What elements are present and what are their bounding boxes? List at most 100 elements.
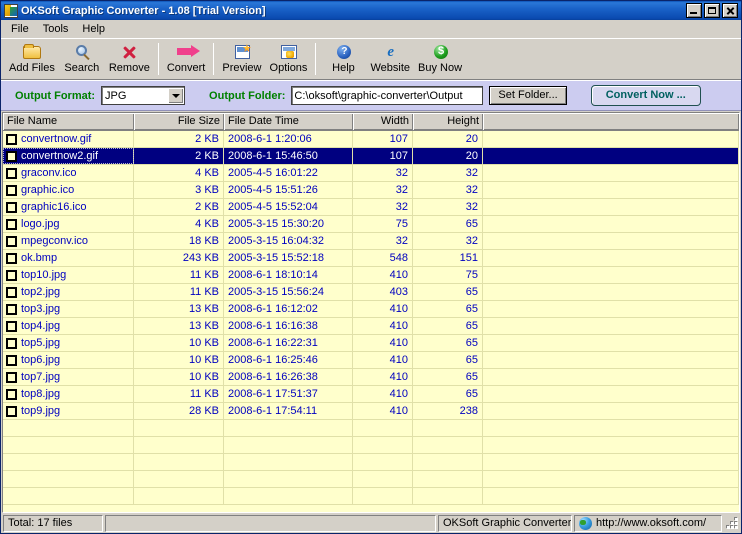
empty-cell xyxy=(224,488,353,504)
resize-grip[interactable] xyxy=(725,516,739,530)
row-checkbox[interactable] xyxy=(6,235,17,247)
table-row[interactable]: top7.jpg 10 KB 2008-6-1 16:26:38 410 65 xyxy=(3,369,739,386)
table-row[interactable]: ok.bmp 243 KB 2005-3-15 15:52:18 548 151 xyxy=(3,250,739,267)
status-bar: Total: 17 files OKSoft Graphic Converter… xyxy=(1,513,741,533)
status-website-link[interactable]: http://www.oksoft.com/ xyxy=(574,514,722,532)
row-checkbox[interactable] xyxy=(6,184,17,196)
cell-file-size: 13 KB xyxy=(134,318,224,334)
cell-extra xyxy=(483,199,739,215)
table-row[interactable]: top10.jpg 11 KB 2008-6-1 18:10:14 410 75 xyxy=(3,267,739,284)
maximize-button[interactable] xyxy=(704,3,720,18)
empty-row xyxy=(3,420,739,437)
red-x-icon xyxy=(118,43,140,61)
table-row[interactable]: logo.jpg 4 KB 2005-3-15 15:30:20 75 65 xyxy=(3,216,739,233)
output-folder-input[interactable]: C:\oksoft\graphic-converter\Output xyxy=(291,86,484,105)
convert-now-button[interactable]: Convert Now ... xyxy=(590,85,701,106)
menu-help[interactable]: Help xyxy=(75,21,112,37)
table-row[interactable]: top9.jpg 28 KB 2008-6-1 17:54:11 410 238 xyxy=(3,403,739,420)
row-checkbox[interactable] xyxy=(6,303,17,315)
file-name-text: top5.jpg xyxy=(21,337,61,349)
empty-cell xyxy=(413,437,483,453)
table-row[interactable]: top3.jpg 13 KB 2008-6-1 16:12:02 410 65 xyxy=(3,301,739,318)
table-row[interactable]: mpegconv.ico 18 KB 2005-3-15 16:04:32 32 32 xyxy=(3,233,739,250)
column-header-file-name[interactable]: File Name xyxy=(3,113,134,130)
file-name-text: logo.jpg xyxy=(21,218,60,230)
status-website-url: http://www.oksoft.com/ xyxy=(596,516,707,529)
row-checkbox[interactable] xyxy=(6,218,17,230)
toolbar-help-label: Help xyxy=(332,62,355,74)
file-name-text: top4.jpg xyxy=(21,320,61,332)
table-row[interactable]: top4.jpg 13 KB 2008-6-1 16:16:38 410 65 xyxy=(3,318,739,335)
column-header-file-size[interactable]: File Size xyxy=(134,113,224,130)
toolbar-convert[interactable]: Convert xyxy=(163,41,210,79)
cell-file-name: top10.jpg xyxy=(3,267,134,283)
table-row[interactable]: convertnow2.gif 2 KB 2008-6-1 15:46:50 107 2… xyxy=(3,148,739,165)
toolbar-help[interactable]: Help xyxy=(320,41,366,79)
cell-file-size: 3 KB xyxy=(134,182,224,198)
cell-width: 410 xyxy=(353,318,413,334)
row-checkbox[interactable] xyxy=(6,354,17,366)
cell-extra xyxy=(483,165,739,181)
set-folder-button[interactable]: Set Folder... xyxy=(489,86,567,105)
file-name-text: top9.jpg xyxy=(21,405,61,417)
toolbar-preview[interactable]: Preview xyxy=(218,41,265,79)
row-checkbox[interactable] xyxy=(6,201,17,213)
cell-height: 65 xyxy=(413,318,483,334)
column-header-file-date-time[interactable]: File Date Time xyxy=(224,113,353,130)
status-total-files: Total: 17 files xyxy=(3,514,103,532)
menu-tools[interactable]: Tools xyxy=(36,21,76,37)
toolbar-add-files[interactable]: Add Files xyxy=(5,41,59,79)
app-icon xyxy=(4,3,18,18)
row-checkbox[interactable] xyxy=(6,286,17,298)
empty-cell xyxy=(483,471,739,487)
toolbar-buy-now-label: Buy Now xyxy=(418,62,463,74)
row-checkbox[interactable] xyxy=(6,337,17,349)
row-checkbox[interactable] xyxy=(6,252,17,264)
cell-file-size: 10 KB xyxy=(134,352,224,368)
menu-file[interactable]: File xyxy=(4,21,36,37)
row-checkbox[interactable] xyxy=(6,150,17,162)
cell-width: 410 xyxy=(353,301,413,317)
cell-width: 403 xyxy=(353,284,413,300)
toolbar: Add Files Search Remove Convert Preview … xyxy=(1,38,741,80)
table-row[interactable]: graphic16.ico 2 KB 2005-4-5 15:52:04 32 32 xyxy=(3,199,739,216)
row-checkbox[interactable] xyxy=(6,371,17,383)
toolbar-remove[interactable]: Remove xyxy=(105,41,154,79)
empty-cell xyxy=(3,420,134,436)
row-checkbox[interactable] xyxy=(6,133,17,145)
column-header-extra[interactable] xyxy=(483,113,739,130)
toolbar-website[interactable]: Website xyxy=(366,41,414,79)
row-checkbox[interactable] xyxy=(6,405,17,417)
cell-height: 32 xyxy=(413,165,483,181)
column-header-width[interactable]: Width xyxy=(353,113,413,130)
chevron-down-icon[interactable] xyxy=(168,88,184,103)
row-checkbox[interactable] xyxy=(6,320,17,332)
cell-file-date-time: 2008-6-1 17:51:37 xyxy=(224,386,353,402)
cell-file-name: top4.jpg xyxy=(3,318,134,334)
row-checkbox[interactable] xyxy=(6,269,17,281)
column-header-height[interactable]: Height xyxy=(413,113,483,130)
output-format-select[interactable]: JPG xyxy=(101,86,186,105)
empty-cell xyxy=(353,488,413,504)
table-row[interactable]: top2.jpg 11 KB 2005-3-15 15:56:24 403 65 xyxy=(3,284,739,301)
cell-file-name: graphic16.ico xyxy=(3,199,134,215)
file-list-body[interactable]: convertnow.gif 2 KB 2008-6-1 1:20:06 107 20 c… xyxy=(3,131,739,512)
row-checkbox[interactable] xyxy=(6,388,17,400)
toolbar-options[interactable]: Options xyxy=(265,41,311,79)
row-checkbox[interactable] xyxy=(6,167,17,179)
toolbar-buy-now[interactable]: Buy Now xyxy=(414,41,466,79)
close-button[interactable] xyxy=(722,3,738,18)
cell-width: 75 xyxy=(353,216,413,232)
table-row[interactable]: top5.jpg 10 KB 2008-6-1 16:22:31 410 65 xyxy=(3,335,739,352)
table-row[interactable]: convertnow.gif 2 KB 2008-6-1 1:20:06 107 20 xyxy=(3,131,739,148)
minimize-button[interactable] xyxy=(686,3,702,18)
empty-cell xyxy=(3,471,134,487)
cell-file-name: graconv.ico xyxy=(3,165,134,181)
cell-file-date-time: 2008-6-1 1:20:06 xyxy=(224,131,353,147)
table-row[interactable]: top8.jpg 11 KB 2008-6-1 17:51:37 410 65 xyxy=(3,386,739,403)
toolbar-search[interactable]: Search xyxy=(59,41,105,79)
table-row[interactable]: graconv.ico 4 KB 2005-4-5 16:01:22 32 32 xyxy=(3,165,739,182)
table-row[interactable]: graphic.ico 3 KB 2005-4-5 15:51:26 32 32 xyxy=(3,182,739,199)
internet-explorer-icon xyxy=(379,43,401,61)
table-row[interactable]: top6.jpg 10 KB 2008-6-1 16:25:46 410 65 xyxy=(3,352,739,369)
